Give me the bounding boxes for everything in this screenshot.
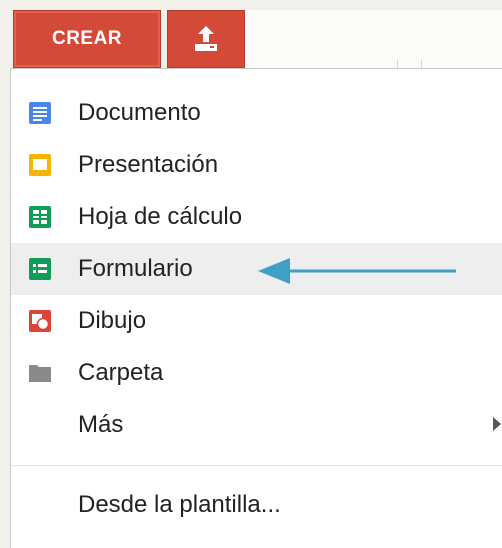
menu-item-label: Dibujo <box>78 307 147 334</box>
menu-item-more[interactable]: Más <box>11 399 502 451</box>
document-icon <box>29 102 51 124</box>
menu-item-spreadsheet[interactable]: Hoja de cálculo <box>11 191 502 243</box>
menu-item-label: Documento <box>78 99 201 126</box>
menu-item-folder[interactable]: Carpeta <box>11 347 502 399</box>
menu-item-label: Hoja de cálculo <box>78 203 243 230</box>
drawing-icon <box>29 310 51 332</box>
folder-icon <box>29 365 51 382</box>
chevron-right-icon <box>493 417 501 431</box>
create-menu: Documento Presentación Hoja de cálculo F… <box>10 68 502 548</box>
toolbar: CREAR <box>0 0 502 72</box>
menu-item-label: Más <box>78 411 124 438</box>
upload-icon <box>195 26 217 51</box>
spreadsheet-icon <box>29 206 51 228</box>
menu-divider <box>11 465 502 466</box>
menu-item-drawing[interactable]: Dibujo <box>11 295 502 347</box>
menu-item-presentation[interactable]: Presentación <box>11 139 502 191</box>
menu-item-label: Formulario <box>78 255 193 282</box>
form-icon <box>29 258 51 280</box>
menu-item-label: Desde la plantilla... <box>78 491 281 518</box>
menu-item-from-template[interactable]: Desde la plantilla... <box>11 479 502 531</box>
annotation-arrow-icon <box>258 258 456 284</box>
menu-item-label: Presentación <box>78 151 219 178</box>
upload-button[interactable] <box>167 10 245 68</box>
menu-item-document[interactable]: Documento <box>11 87 502 139</box>
toolbar-strip <box>245 10 502 68</box>
toolbar-divider <box>397 60 398 68</box>
menu-item-label: Carpeta <box>78 359 164 386</box>
toolbar-divider <box>421 60 422 68</box>
presentation-icon <box>29 154 51 176</box>
create-button[interactable]: CREAR <box>13 10 161 68</box>
